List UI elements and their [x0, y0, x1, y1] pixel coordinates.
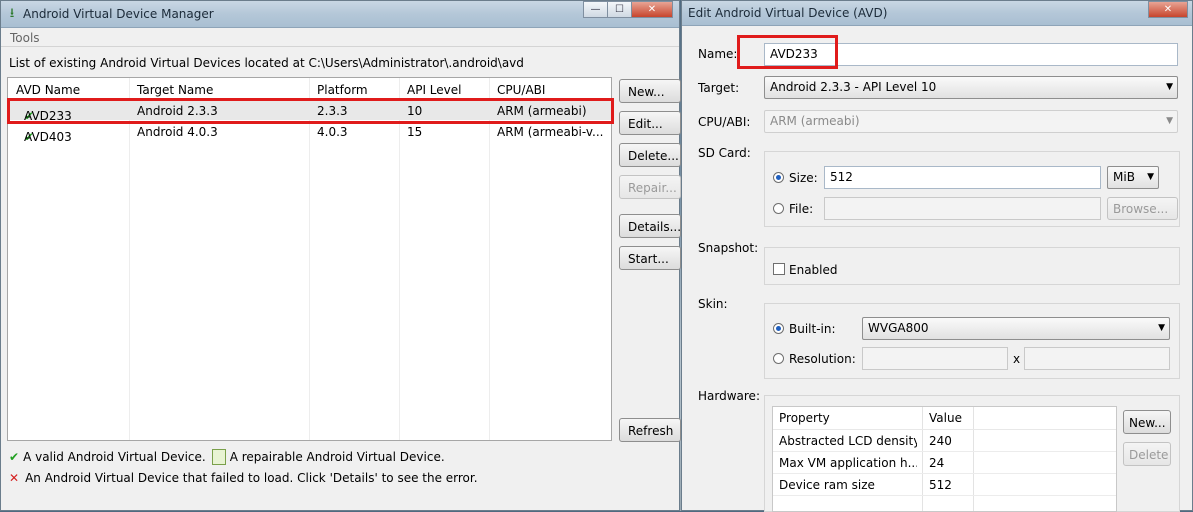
refresh-button[interactable]: Refresh [619, 418, 681, 442]
col-header-platform[interactable]: Platform [309, 78, 399, 98]
col-header-api-level[interactable]: API Level [399, 78, 489, 98]
name-label: Name: [698, 47, 738, 61]
enabled-label: Enabled [789, 263, 838, 277]
avd-table-header: AVD Name Target Name Platform API Level … [8, 78, 611, 99]
table-row[interactable]: Max VM application h... 24 [773, 452, 1116, 474]
file-input[interactable] [824, 197, 1101, 220]
skin-label: Skin: [698, 297, 728, 311]
edit-close-button[interactable]: ✕ [1148, 1, 1188, 18]
hardware-table[interactable]: Property Value Abstracted LCD density 24… [772, 406, 1117, 512]
repairable-icon [211, 449, 226, 465]
col-header-cpu-abi[interactable]: CPU/ABI [489, 78, 611, 98]
legend-valid-repairable: ✔ A valid Android Virtual Device. A repa… [9, 449, 445, 465]
delete-button[interactable]: Delete... [619, 143, 681, 167]
col-header-value[interactable]: Value [929, 411, 962, 425]
hw-new-button[interactable]: New... [1123, 410, 1171, 434]
manager-title: Android Virtual Device Manager [23, 7, 214, 21]
target-select[interactable]: Android 2.3.3 - API Level 10 ▼ [764, 76, 1178, 99]
file-label: File: [789, 202, 814, 216]
android-download-icon: ⭳ [9, 6, 15, 21]
table-row[interactable]: Device ram size 512 [773, 474, 1116, 496]
new-button[interactable]: New... [619, 79, 681, 103]
error-x-icon: ✕ [9, 471, 20, 485]
avd-list-label: List of existing Android Virtual Devices… [9, 56, 524, 70]
col-header-property[interactable]: Property [779, 411, 917, 425]
close-button[interactable]: ✕ [631, 1, 673, 18]
size-input[interactable]: 512 [824, 166, 1101, 189]
hardware-table-header: Property Value [773, 407, 1116, 430]
builtin-radio[interactable] [773, 323, 784, 334]
chevron-down-icon: ▼ [1158, 323, 1165, 333]
edit-title: Edit Android Virtual Device (AVD) [688, 6, 888, 20]
cpu-abi-label: CPU/ABI: [698, 115, 751, 129]
file-radio[interactable] [773, 203, 784, 214]
edit-button[interactable]: Edit... [619, 111, 681, 135]
size-radio[interactable] [773, 172, 784, 183]
cpu-abi-select[interactable]: ARM (armeabi) ▼ [764, 110, 1178, 133]
repair-button[interactable]: Repair... [619, 175, 681, 199]
chevron-down-icon: ▼ [1166, 116, 1173, 126]
edit-titlebar[interactable]: Edit Android Virtual Device (AVD) ✕ [682, 1, 1192, 26]
resolution-width-input[interactable] [862, 347, 1008, 370]
menu-tools[interactable]: Tools [10, 31, 40, 45]
avd-table[interactable]: AVD Name Target Name Platform API Level … [7, 77, 612, 441]
target-label: Target: [698, 81, 740, 95]
minimize-button[interactable]: — [583, 1, 608, 18]
resolution-x-label: x [1013, 352, 1021, 366]
sdcard-label: SD Card: [698, 146, 751, 160]
maximize-button[interactable]: ☐ [607, 1, 632, 18]
avd-manager-window: ⭳ Android Virtual Device Manager — ☐ ✕ T… [0, 0, 681, 511]
resolution-radio[interactable] [773, 353, 784, 364]
details-button[interactable]: Details... [619, 214, 681, 238]
size-label: Size: [789, 171, 818, 185]
resolution-label: Resolution: [789, 352, 856, 366]
manager-titlebar[interactable]: ⭳ Android Virtual Device Manager — ☐ ✕ [1, 1, 679, 28]
browse-button[interactable]: Browse... [1107, 197, 1178, 220]
valid-check-icon: ✔ [9, 450, 20, 464]
table-row[interactable]: ✔ AVD403 Android 4.0.3 4.0.3 15 ARM (arme… [8, 120, 611, 144]
hardware-label: Hardware: [698, 389, 760, 403]
table-row[interactable]: Abstracted LCD density 240 [773, 430, 1116, 452]
size-unit-select[interactable]: MiB ▼ [1107, 166, 1159, 189]
table-row[interactable]: ✔ AVD233 Android 2.3.3 2.3.3 10 ARM (arme… [8, 99, 611, 123]
builtin-label: Built-in: [789, 322, 836, 336]
chevron-down-icon: ▼ [1147, 172, 1154, 182]
col-header-avd-name[interactable]: AVD Name [8, 78, 129, 98]
start-button[interactable]: Start... [619, 246, 681, 270]
edit-avd-dialog: Edit Android Virtual Device (AVD) ✕ Name… [681, 0, 1193, 512]
builtin-skin-select[interactable]: WVGA800 ▼ [862, 317, 1170, 340]
hw-delete-button[interactable]: Delete [1123, 442, 1171, 466]
resolution-height-input[interactable] [1024, 347, 1170, 370]
name-field[interactable]: AVD233 [764, 43, 1178, 66]
menubar: Tools [1, 28, 679, 47]
col-header-target-name[interactable]: Target Name [129, 78, 309, 98]
chevron-down-icon: ▼ [1166, 82, 1173, 92]
snapshot-enabled-checkbox[interactable] [773, 263, 785, 275]
snapshot-label: Snapshot: [698, 241, 759, 255]
legend-failed: ✕ An Android Virtual Device that failed … [9, 471, 478, 485]
